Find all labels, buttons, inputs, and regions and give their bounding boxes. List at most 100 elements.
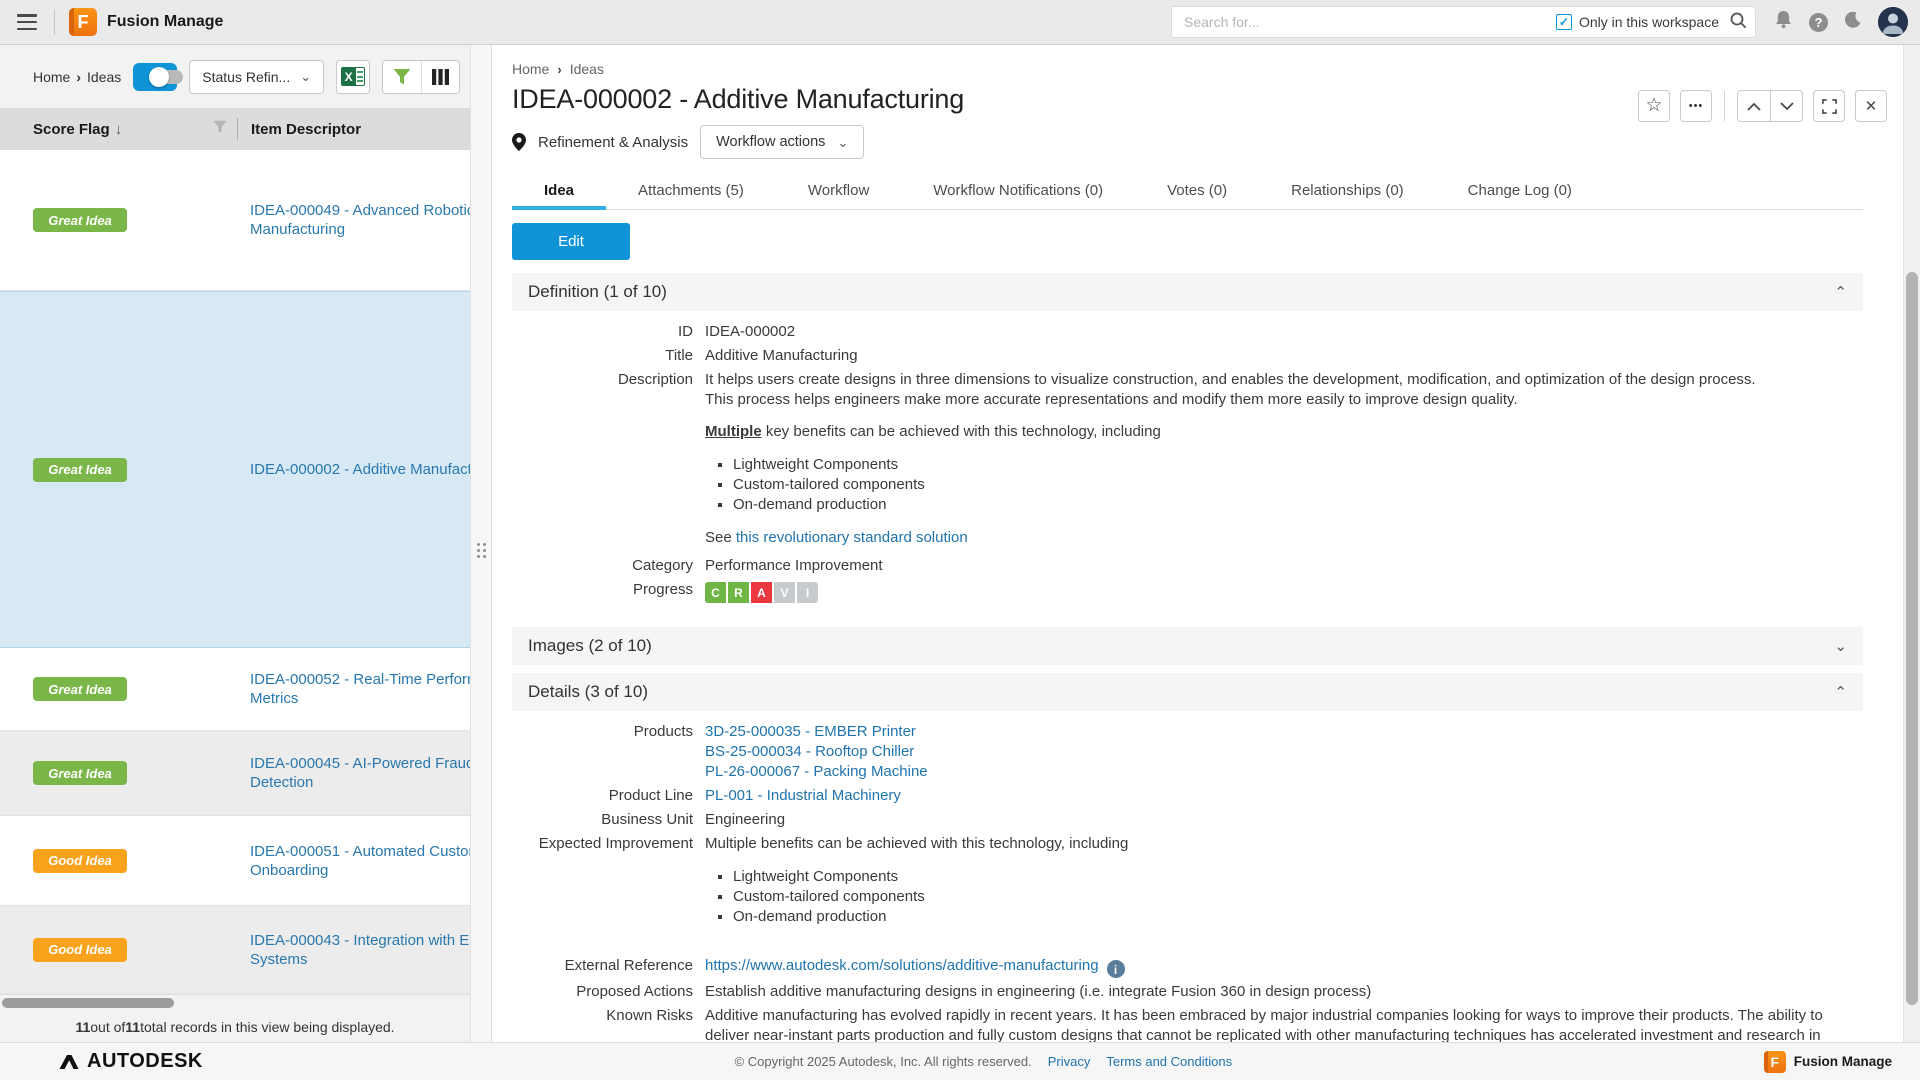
help-icon[interactable]: ? — [1809, 13, 1828, 32]
excel-icon: X — [341, 67, 365, 86]
field-label: Known Risks — [512, 1006, 705, 1042]
guides-moon-icon[interactable] — [1844, 11, 1862, 34]
table-row-selected[interactable]: Great Idea IDEA-000002 - Additive Manufa… — [0, 291, 470, 648]
fusion-manage-footer-brand: F Fusion Manage — [1764, 1051, 1892, 1073]
breadcrumb-home-link[interactable]: Home — [33, 69, 70, 85]
tab-attachments[interactable]: Attachments (5) — [606, 173, 776, 209]
progress-steps: C R A V I — [705, 582, 1863, 603]
ideas-list-panel: Home › Ideas Status Refin... ⌄ X — [0, 45, 470, 1042]
product-link[interactable]: BS-25-000034 - Rooftop Chiller — [705, 743, 914, 760]
tab-workflow-notifications[interactable]: Workflow Notifications (0) — [901, 173, 1135, 209]
list-view-buttons — [382, 60, 460, 94]
column-item-descriptor[interactable]: Item Descriptor — [238, 121, 361, 138]
workflow-actions-button[interactable]: Workflow actions ⌄ — [700, 125, 864, 159]
expand-chevron-icon: ⌄ — [1834, 637, 1847, 655]
main-menu-button[interactable] — [14, 12, 40, 32]
more-actions-button[interactable]: ••• — [1680, 90, 1712, 122]
horizontal-scrollbar[interactable] — [0, 995, 470, 1011]
benefit-list: Lightweight Components Custom-tailored c… — [733, 455, 1863, 515]
ellipsis-icon: ••• — [1689, 100, 1704, 112]
fullscreen-button[interactable] — [1813, 90, 1845, 122]
list-toolbar: Home › Ideas Status Refin... ⌄ X — [0, 45, 470, 108]
close-button[interactable]: ✕ — [1855, 90, 1887, 122]
workspace-filter[interactable]: ✓ Only in this workspace — [1556, 14, 1719, 30]
tab-change-log[interactable]: Change Log (0) — [1436, 173, 1604, 209]
search-input[interactable] — [1184, 14, 1556, 30]
detail-tabs: Idea Attachments (5) Workflow Workflow N… — [512, 173, 1863, 210]
product-link[interactable]: 3D-25-000035 - EMBER Printer — [705, 723, 916, 740]
export-excel-button[interactable]: X — [336, 60, 370, 94]
top-app-bar: F Fusion Manage ✓ Only in this workspace… — [0, 0, 1920, 45]
product-link[interactable]: PL-26-000067 - Packing Machine — [705, 763, 928, 780]
horizontal-scrollbar-thumb[interactable] — [2, 998, 174, 1008]
field-value-title: Additive Manufacturing — [705, 346, 1863, 366]
score-flag-badge: Great Idea — [33, 458, 127, 482]
progress-step-v: V — [774, 582, 795, 603]
idea-link[interactable]: IDEA-000045 - AI-Powered Fraud Detection — [237, 754, 470, 792]
score-flag-badge: Good Idea — [33, 938, 127, 962]
chevron-up-icon — [1747, 102, 1761, 111]
workflow-actions-label: Workflow actions — [716, 134, 825, 150]
workspace-filter-checkbox[interactable]: ✓ — [1556, 14, 1572, 30]
field-value-category: Performance Improvement — [705, 556, 1863, 576]
panel-splitter[interactable] — [470, 45, 492, 1042]
fusion-manage-icon: F — [1764, 1051, 1786, 1073]
privacy-link[interactable]: Privacy — [1048, 1054, 1091, 1069]
table-row[interactable]: Great Idea IDEA-000052 - Real-Time Perfo… — [0, 648, 470, 731]
search-icon[interactable] — [1729, 11, 1747, 34]
tab-relationships[interactable]: Relationships (0) — [1259, 173, 1436, 209]
user-avatar[interactable] — [1878, 7, 1908, 37]
global-search-box[interactable]: ✓ Only in this workspace — [1171, 6, 1756, 38]
idea-link[interactable]: IDEA-000002 - Additive Manufacturing — [237, 460, 470, 479]
columns-button[interactable] — [421, 61, 459, 93]
external-reference-link[interactable]: https://www.autodesk.com/solutions/addit… — [705, 957, 1099, 974]
previous-record-button[interactable] — [1738, 91, 1770, 121]
section-title: Images (2 of 10) — [528, 636, 652, 656]
tab-idea[interactable]: Idea — [512, 173, 606, 209]
saved-view-dropdown[interactable]: Status Refin... ⌄ — [189, 60, 324, 94]
idea-link[interactable]: IDEA-000049 - Advanced Robotic Manufactu… — [237, 201, 470, 239]
breadcrumb-chevron-icon: › — [557, 62, 561, 77]
section-header-definition[interactable]: Definition (1 of 10) ⌃ — [512, 273, 1863, 311]
table-row[interactable]: Great Idea IDEA-000045 - AI-Powered Frau… — [0, 731, 470, 816]
field-label: Business Unit — [512, 810, 705, 830]
section-header-images[interactable]: Images (2 of 10) ⌄ — [512, 627, 1863, 665]
topbar-icons: ? — [1774, 7, 1908, 37]
next-record-button[interactable] — [1770, 91, 1802, 121]
column-score-flag[interactable]: Score Flag ↓ — [0, 120, 237, 138]
breadcrumb-home-link[interactable]: Home — [512, 61, 549, 77]
tab-workflow[interactable]: Workflow — [776, 173, 901, 209]
section-header-details[interactable]: Details (3 of 10) ⌃ — [512, 673, 1863, 711]
table-row[interactable]: Good Idea IDEA-000043 - Integration with… — [0, 906, 470, 994]
idea-link[interactable]: IDEA-000043 - Integration with ERP Syste… — [237, 931, 470, 969]
view-toggle[interactable] — [133, 63, 177, 91]
table-row[interactable]: Great Idea IDEA-000049 - Advanced Roboti… — [0, 150, 470, 291]
info-icon[interactable]: i — [1107, 960, 1125, 978]
field-label: Expected Improvement — [512, 834, 705, 940]
splitter-drag-handle[interactable] — [476, 537, 486, 563]
filter-button[interactable] — [383, 61, 421, 93]
edit-button[interactable]: Edit — [512, 223, 630, 260]
vertical-scrollbar-thumb[interactable] — [1906, 272, 1918, 1005]
column-filter-icon[interactable] — [212, 120, 228, 138]
notifications-bell-icon[interactable] — [1774, 10, 1793, 34]
terms-link[interactable]: Terms and Conditions — [1106, 1054, 1232, 1069]
solution-link[interactable]: this revolutionary standard solution — [736, 529, 968, 546]
idea-link[interactable]: IDEA-000052 - Real-Time Performance Metr… — [237, 670, 470, 708]
product-line-link[interactable]: PL-001 - Industrial Machinery — [705, 787, 901, 804]
details-fields: Products 3D-25-000035 - EMBER Printer BS… — [512, 711, 1863, 1042]
benefit-list: Lightweight Components Custom-tailored c… — [733, 867, 1863, 927]
columns-icon — [432, 69, 449, 85]
table-row[interactable]: Good Idea IDEA-000051 - Automated Custom… — [0, 816, 470, 906]
vertical-scrollbar[interactable] — [1903, 45, 1920, 1042]
field-label: Product Line — [512, 786, 705, 806]
field-label: Title — [512, 346, 705, 366]
page-footer: AUTODESK © Copyright 2025 Autodesk, Inc.… — [0, 1042, 1920, 1080]
idea-link[interactable]: IDEA-000051 - Automated Customer Onboard… — [237, 842, 470, 880]
fusion-manage-icon: F — [69, 8, 97, 36]
section-title: Definition (1 of 10) — [528, 282, 667, 302]
field-label: Proposed Actions — [512, 982, 705, 1002]
tab-votes[interactable]: Votes (0) — [1135, 173, 1259, 209]
favorite-star-button[interactable]: ☆ — [1638, 90, 1670, 122]
field-label: Description — [512, 370, 705, 548]
